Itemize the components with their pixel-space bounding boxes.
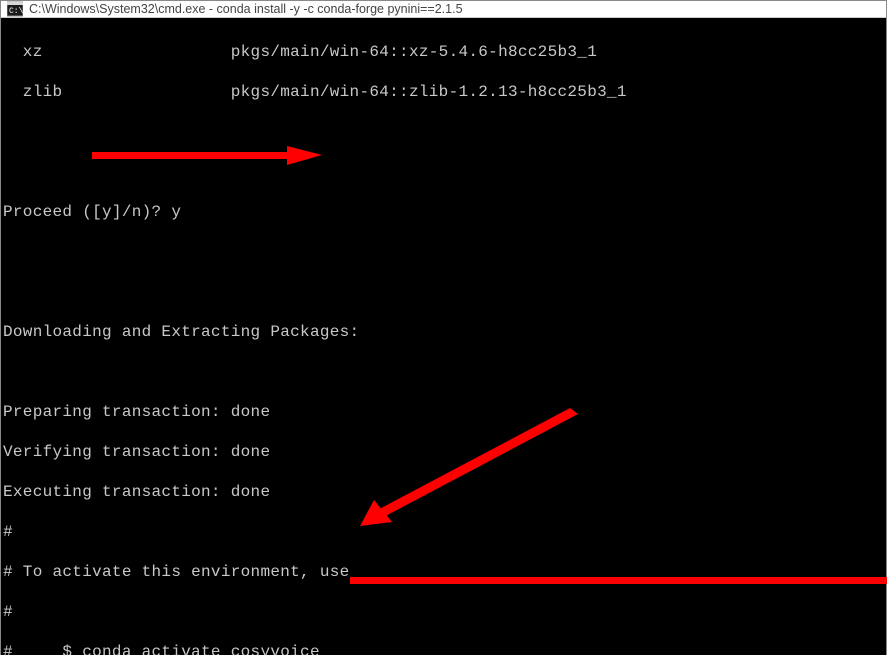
output-line [3, 362, 886, 382]
output-line [3, 122, 886, 142]
titlebar[interactable]: C:\ C:\Windows\System32\cmd.exe - conda … [1, 1, 886, 18]
terminal-output[interactable]: xz pkgs/main/win-64::xz-5.4.6-h8cc25b3_1… [1, 18, 886, 655]
output-line: Preparing transaction: done [3, 402, 886, 422]
output-line: Downloading and Extracting Packages: [3, 322, 886, 342]
output-line: Verifying transaction: done [3, 442, 886, 462]
cmd-window: C:\ C:\Windows\System32\cmd.exe - conda … [0, 0, 887, 655]
output-line: zlib pkgs/main/win-64::zlib-1.2.13-h8cc2… [3, 82, 886, 102]
output-line: # [3, 522, 886, 542]
svg-text:C:\: C:\ [9, 7, 23, 16]
output-line: # $ conda activate cosyvoice [3, 642, 886, 655]
output-line: # To activate this environment, use [3, 562, 886, 582]
output-line: Executing transaction: done [3, 482, 886, 502]
output-line [3, 282, 886, 302]
output-line: Proceed ([y]/n)? y [3, 202, 886, 222]
cmd-icon: C:\ [7, 1, 23, 17]
output-line [3, 162, 886, 182]
output-line: # [3, 602, 886, 622]
window-title: C:\Windows\System32\cmd.exe - conda inst… [29, 2, 880, 16]
output-line [3, 242, 886, 262]
output-line: xz pkgs/main/win-64::xz-5.4.6-h8cc25b3_1 [3, 42, 886, 62]
